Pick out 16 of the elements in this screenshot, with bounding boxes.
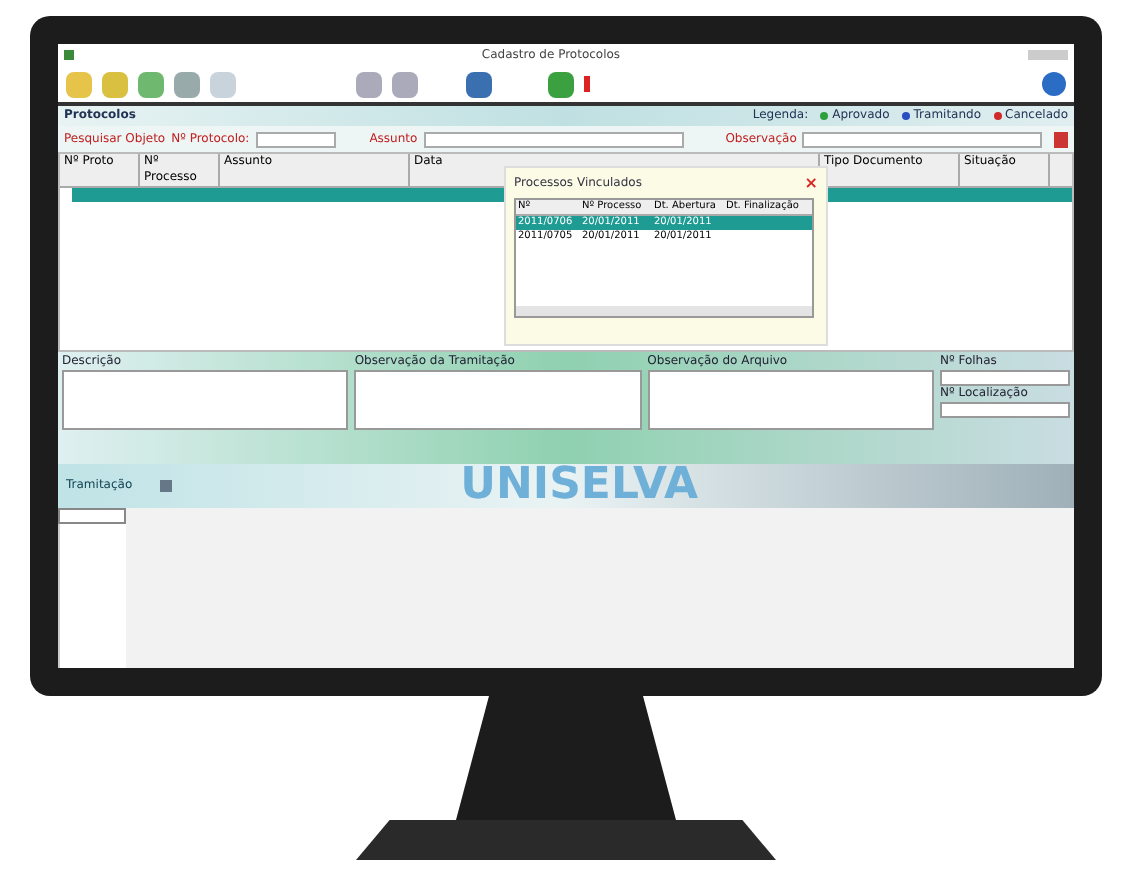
tab-header[interactable] [58,508,126,524]
app-icon [64,50,74,60]
window-controls-icon[interactable] [1027,50,1068,60]
input-field[interactable] [255,131,336,147]
input-field[interactable] [939,370,1070,386]
logo-text: UNISELVA [460,464,699,508]
text-area[interactable] [62,370,349,430]
text-area[interactable] [354,370,642,430]
dropdown-field[interactable] [802,131,1043,147]
scrollbar[interactable] [516,306,812,316]
input-field[interactable] [939,402,1070,418]
help-icon[interactable] [1042,72,1066,96]
list-panel [58,524,126,668]
close-button[interactable]: × [804,176,818,192]
text-area[interactable] [647,370,934,430]
input-field[interactable] [423,131,684,147]
